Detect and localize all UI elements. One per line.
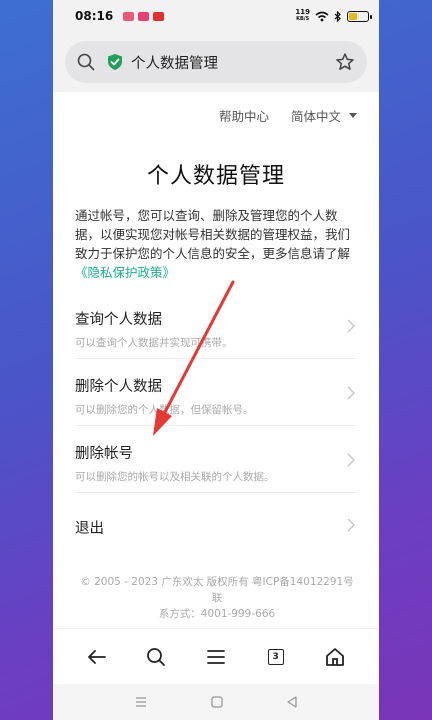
- notification-icons: [123, 11, 165, 21]
- page-url-title[interactable]: 个人数据管理: [131, 52, 218, 73]
- network-speed: 119 KB/S: [295, 8, 310, 23]
- back-arrow-icon: [87, 649, 106, 664]
- top-links: 帮助中心 简体中文: [219, 106, 357, 125]
- wifi-icon: [315, 11, 329, 21]
- phone-screen: 08:16 119 KB/S 个人数据管理 帮助中心 简体中文 个人数据管理 通…: [53, 0, 379, 720]
- page-title: 个人数据管理: [146, 164, 285, 189]
- tabs-button[interactable]: 3: [259, 640, 293, 674]
- status-bar: 08:16 119 KB/S: [53, 0, 379, 32]
- page-description: 通过帐号，您可以查询、删除及管理您的个人数据，以便实现您对帐号相关数据的管理权益…: [75, 208, 351, 280]
- search-icon[interactable]: [77, 53, 95, 71]
- menu-item-query-data[interactable]: 查询个人数据 可以查询个人数据并实现可携带。: [75, 292, 357, 359]
- caret-down-icon: [349, 113, 357, 118]
- app-notification-icon: [153, 11, 165, 21]
- menu-item-delete-data[interactable]: 删除个人数据 可以删除您的个人数据，但保留帐号。: [75, 359, 357, 426]
- language-selector[interactable]: 简体中文: [291, 106, 357, 125]
- star-icon[interactable]: [335, 52, 355, 72]
- home-button[interactable]: [318, 640, 352, 674]
- chevron-right-icon: [347, 453, 355, 467]
- bluetooth-icon: [334, 10, 341, 22]
- shield-check-icon: [108, 54, 122, 70]
- search-icon: [147, 647, 166, 666]
- browser-toolbar: 3: [53, 628, 379, 684]
- battery-icon: [347, 10, 372, 22]
- page-content: 帮助中心 简体中文 个人数据管理 通过帐号，您可以查询、删除及管理您的个人数据，…: [53, 92, 379, 628]
- privacy-policy-link[interactable]: 《隐私保护政策》: [75, 265, 175, 280]
- back-button[interactable]: [80, 640, 114, 674]
- tabs-icon: 3: [267, 648, 284, 665]
- menu-item-delete-account[interactable]: 删除帐号 可以删除您的帐号以及相关联的个人数据。: [75, 426, 357, 493]
- chevron-right-icon: [347, 518, 355, 532]
- chevron-right-icon: [347, 319, 355, 333]
- menu-button[interactable]: [199, 640, 233, 674]
- copyright-footer: © 2005 - 2023 广东欢太 版权所有 粤ICP备14012291号 联…: [80, 576, 354, 620]
- app-notification-icon: [138, 11, 150, 21]
- home-icon: [326, 647, 345, 666]
- chevron-right-icon: [347, 386, 355, 400]
- app-notification-icon: [123, 11, 135, 21]
- status-time: 08:16: [75, 9, 114, 23]
- help-center-link[interactable]: 帮助中心: [219, 106, 269, 125]
- home-nav-icon[interactable]: [211, 696, 223, 708]
- menu-icon: [207, 649, 225, 664]
- back-nav-icon[interactable]: [286, 696, 298, 708]
- search-button[interactable]: [139, 640, 173, 674]
- data-management-menu: 查询个人数据 可以查询个人数据并实现可携带。 删除个人数据 可以删除您的个人数据…: [75, 292, 357, 560]
- system-nav-bar: [53, 684, 379, 720]
- address-bar[interactable]: 个人数据管理: [65, 41, 367, 83]
- menu-item-logout[interactable]: 退出: [75, 493, 357, 560]
- recent-apps-icon[interactable]: [134, 696, 148, 708]
- browser-header: 个人数据管理: [53, 32, 379, 92]
